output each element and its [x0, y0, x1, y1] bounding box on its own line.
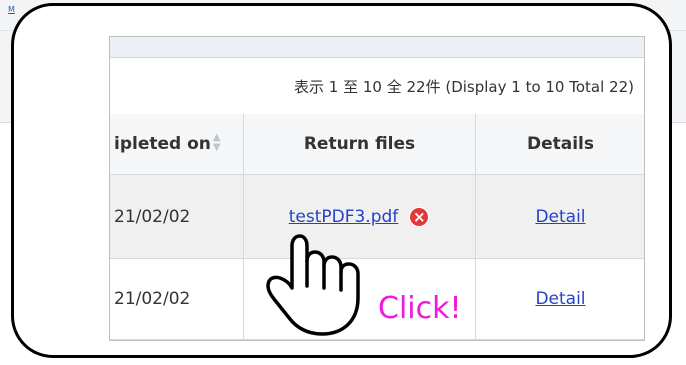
completed-on-header[interactable]: ipleted on ▲ ▼ [110, 114, 244, 174]
sort-icon: ▲ ▼ [212, 132, 221, 153]
completed-on-cell: 21/02/02 [110, 175, 244, 258]
details-cell: Detail [476, 259, 644, 339]
detail-link[interactable]: Detail [535, 207, 585, 227]
pagination-summary: 表示 1 至 10 全 22件 (Display 1 to 10 Total 2… [110, 58, 644, 116]
details-cell: Detail [476, 175, 644, 258]
return-files-header: Return files [244, 114, 476, 174]
completed-on-header-label: ipleted on [114, 134, 211, 154]
background-link[interactable]: M [8, 5, 15, 14]
table-top-bar [110, 37, 644, 58]
return-file-link[interactable]: testPDF3.pdf [289, 207, 399, 227]
callout-frame: 表示 1 至 10 全 22件 (Display 1 to 10 Total 2… [11, 3, 672, 358]
hand-pointer-icon [266, 234, 360, 336]
details-header: Details [526, 134, 594, 154]
return-file-entry: testPDF3.pdf × [289, 205, 431, 228]
completed-on-cell: 21/02/02 [110, 259, 244, 339]
detail-link[interactable]: Detail [535, 289, 585, 309]
click-annotation: Click! [378, 291, 462, 326]
delete-icon[interactable]: × [408, 205, 431, 228]
table-header-row: ipleted on ▲ ▼ Return files Details [110, 114, 644, 175]
